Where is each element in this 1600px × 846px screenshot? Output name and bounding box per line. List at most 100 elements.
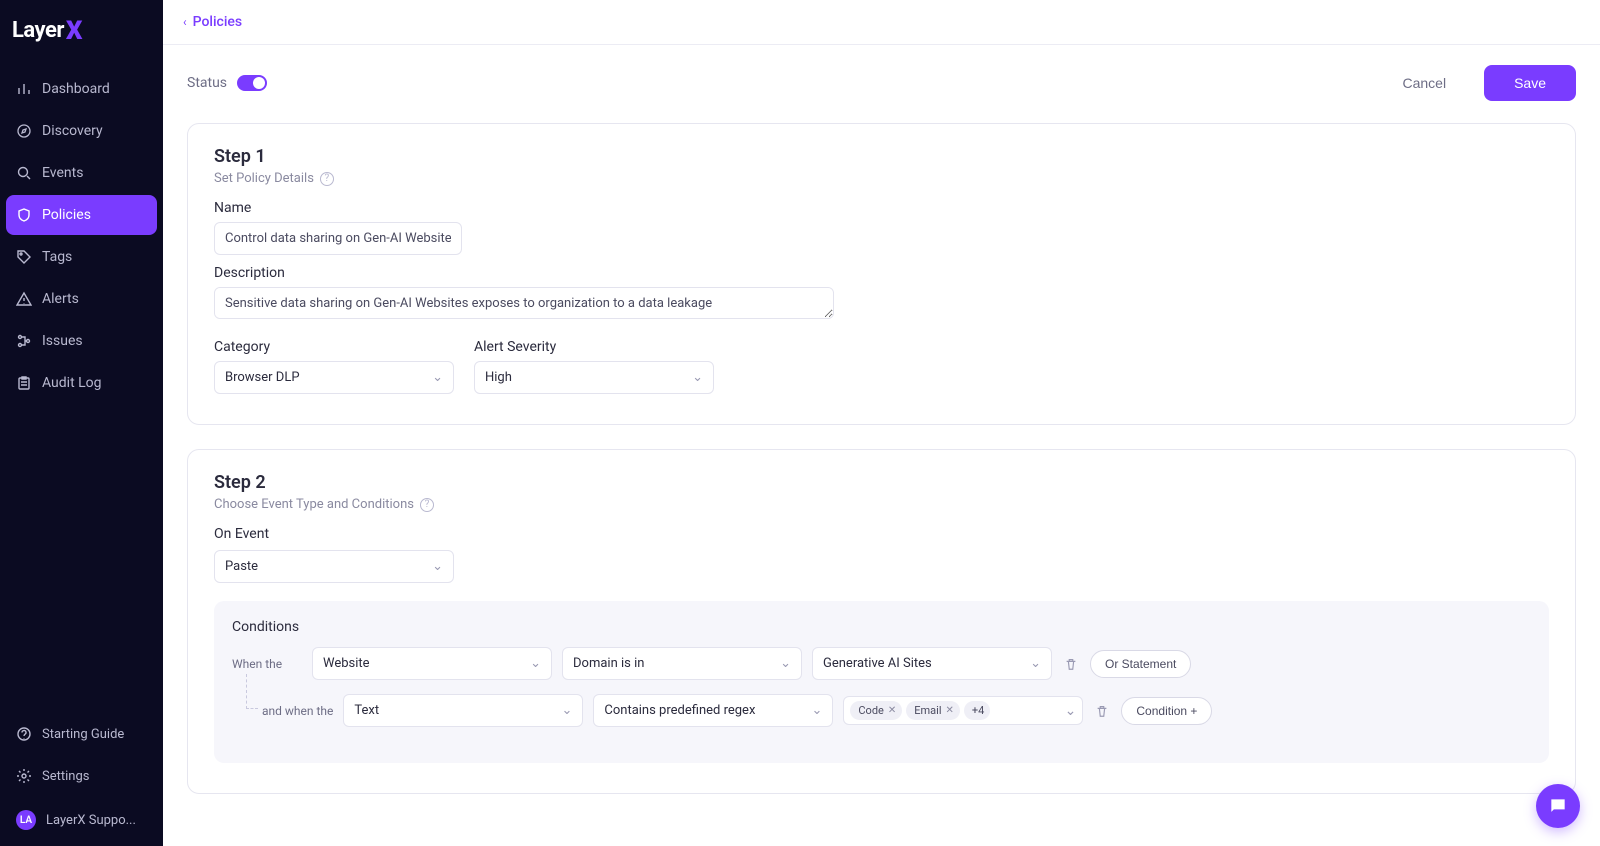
severity-select[interactable]: High ⌄ — [474, 361, 714, 394]
sidebar-item-dashboard[interactable]: Dashboard — [6, 69, 157, 109]
category-label: Category — [214, 339, 454, 355]
sidebar-item-audit-log[interactable]: Audit Log — [6, 363, 157, 403]
chat-icon — [1548, 796, 1568, 816]
condition-value: Generative AI Sites — [823, 656, 932, 671]
sidebar-user-label: LayerX Suppo... — [46, 813, 136, 828]
search-icon — [16, 165, 32, 181]
cancel-button[interactable]: Cancel — [1380, 65, 1468, 101]
policy-name-input[interactable] — [214, 222, 462, 255]
condition-prefix: When the — [232, 657, 302, 671]
alert-icon — [16, 291, 32, 307]
on-event-label: On Event — [214, 526, 1549, 542]
condition-operator-select[interactable]: Contains predefined regex ⌄ — [593, 694, 833, 727]
conditions-box: Conditions When the Website ⌄ Domain is … — [214, 601, 1549, 763]
add-condition-button[interactable]: Condition + — [1121, 697, 1212, 725]
chip-label: Email — [914, 704, 941, 717]
chevron-left-icon: ‹ — [183, 15, 187, 29]
sidebar-nav: Dashboard Discovery Events Policies Tags — [0, 65, 163, 846]
sidebar-item-label: Starting Guide — [42, 727, 124, 742]
condition-row-2: and when the Text ⌄ Contains predefined … — [232, 694, 1531, 727]
condition-regex-chips[interactable]: Code ✕ Email ✕ +4 ⌄ — [843, 696, 1083, 725]
issues-icon — [16, 333, 32, 349]
avatar: LA — [16, 810, 36, 830]
sidebar-item-label: Settings — [42, 769, 89, 784]
step1-panel: Step 1 Set Policy Details ? Name Descrip… — [187, 123, 1576, 425]
chip-remove-icon[interactable]: ✕ — [946, 705, 954, 716]
sidebar-item-label: Alerts — [42, 291, 79, 307]
on-event-value: Paste — [225, 559, 258, 574]
step1-subtitle: Set Policy Details ? — [214, 171, 1549, 186]
delete-condition-button[interactable] — [1062, 655, 1080, 673]
chip-label: Code — [858, 704, 883, 717]
policy-description-input[interactable]: Sensitive data sharing on Gen-AI Website… — [214, 287, 834, 319]
sidebar-item-alerts[interactable]: Alerts — [6, 279, 157, 319]
sidebar-item-label: Dashboard — [42, 81, 110, 97]
sidebar-item-label: Discovery — [42, 123, 103, 139]
sidebar-item-label: Policies — [42, 207, 91, 223]
condition-operator-select[interactable]: Domain is in ⌄ — [562, 647, 802, 680]
chat-fab[interactable] — [1536, 784, 1580, 828]
help-icon[interactable]: ? — [420, 498, 434, 512]
on-event-select[interactable]: Paste ⌄ — [214, 550, 454, 583]
gear-icon — [16, 768, 32, 784]
step1-title: Step 1 — [214, 146, 1549, 167]
sidebar-item-issues[interactable]: Issues — [6, 321, 157, 361]
condition-subject-select[interactable]: Website ⌄ — [312, 647, 552, 680]
help-icon[interactable]: ? — [320, 172, 334, 186]
severity-value: High — [485, 370, 512, 385]
condition-subject-value: Text — [354, 703, 379, 718]
breadcrumb-policies-link[interactable]: Policies — [193, 14, 243, 30]
sidebar-item-label: Events — [42, 165, 83, 181]
condition-row-1: When the Website ⌄ Domain is in ⌄ Genera… — [232, 647, 1531, 680]
help-icon — [16, 726, 32, 742]
condition-subject-select[interactable]: Text ⌄ — [343, 694, 583, 727]
sidebar-item-policies[interactable]: Policies — [6, 195, 157, 235]
chip-more[interactable]: +4 — [964, 701, 990, 720]
step2-subtitle: Choose Event Type and Conditions ? — [214, 497, 1549, 512]
chevron-down-icon: ⌄ — [432, 559, 443, 574]
sidebar-item-events[interactable]: Events — [6, 153, 157, 193]
chip-remove-icon[interactable]: ✕ — [888, 705, 896, 716]
conditions-title: Conditions — [232, 619, 1531, 635]
or-statement-button[interactable]: Or Statement — [1090, 650, 1191, 678]
condition-operator-value: Domain is in — [573, 656, 644, 671]
chip-email: Email ✕ — [906, 701, 960, 720]
sidebar-item-label: Audit Log — [42, 375, 102, 391]
sidebar-item-discovery[interactable]: Discovery — [6, 111, 157, 151]
category-value: Browser DLP — [225, 370, 300, 385]
tag-icon — [16, 249, 32, 265]
chevron-down-icon: ⌄ — [530, 656, 541, 671]
condition-operator-value: Contains predefined regex — [604, 703, 755, 718]
severity-label: Alert Severity — [474, 339, 714, 355]
sidebar-item-tags[interactable]: Tags — [6, 237, 157, 277]
step2-title: Step 2 — [214, 472, 1549, 493]
sidebar-item-label: Issues — [42, 333, 83, 349]
chevron-down-icon: ⌄ — [1065, 703, 1077, 719]
sidebar-item-label: Tags — [42, 249, 72, 265]
brand-suffix: X — [66, 21, 82, 42]
chevron-down-icon: ⌄ — [692, 370, 703, 385]
brand-prefix: Layer — [12, 18, 64, 43]
condition-prefix: and when the — [262, 704, 333, 718]
brand-logo: LayerX — [0, 0, 163, 65]
description-label: Description — [214, 265, 1549, 281]
breadcrumb: ‹ Policies — [163, 0, 1600, 45]
step1-subtitle-text: Set Policy Details — [214, 171, 314, 186]
save-button[interactable]: Save — [1484, 65, 1576, 101]
main: ‹ Policies Status Cancel Save Step 1 Set… — [163, 0, 1600, 846]
sidebar: LayerX Dashboard Discovery Events Polici… — [0, 0, 163, 846]
sidebar-item-settings[interactable]: Settings — [6, 756, 157, 796]
chevron-down-icon: ⌄ — [1030, 656, 1041, 671]
sidebar-item-starting-guide[interactable]: Starting Guide — [6, 714, 157, 754]
step2-subtitle-text: Choose Event Type and Conditions — [214, 497, 414, 512]
clipboard-icon — [16, 375, 32, 391]
condition-value-select[interactable]: Generative AI Sites ⌄ — [812, 647, 1052, 680]
chevron-down-icon: ⌄ — [780, 656, 791, 671]
compass-icon — [16, 123, 32, 139]
step2-panel: Step 2 Choose Event Type and Conditions … — [187, 449, 1576, 794]
status-toggle-group: Status — [187, 75, 267, 91]
delete-condition-button[interactable] — [1093, 702, 1111, 720]
category-select[interactable]: Browser DLP ⌄ — [214, 361, 454, 394]
status-toggle[interactable] — [237, 75, 267, 91]
sidebar-user[interactable]: LA LayerX Suppo... — [6, 798, 157, 842]
